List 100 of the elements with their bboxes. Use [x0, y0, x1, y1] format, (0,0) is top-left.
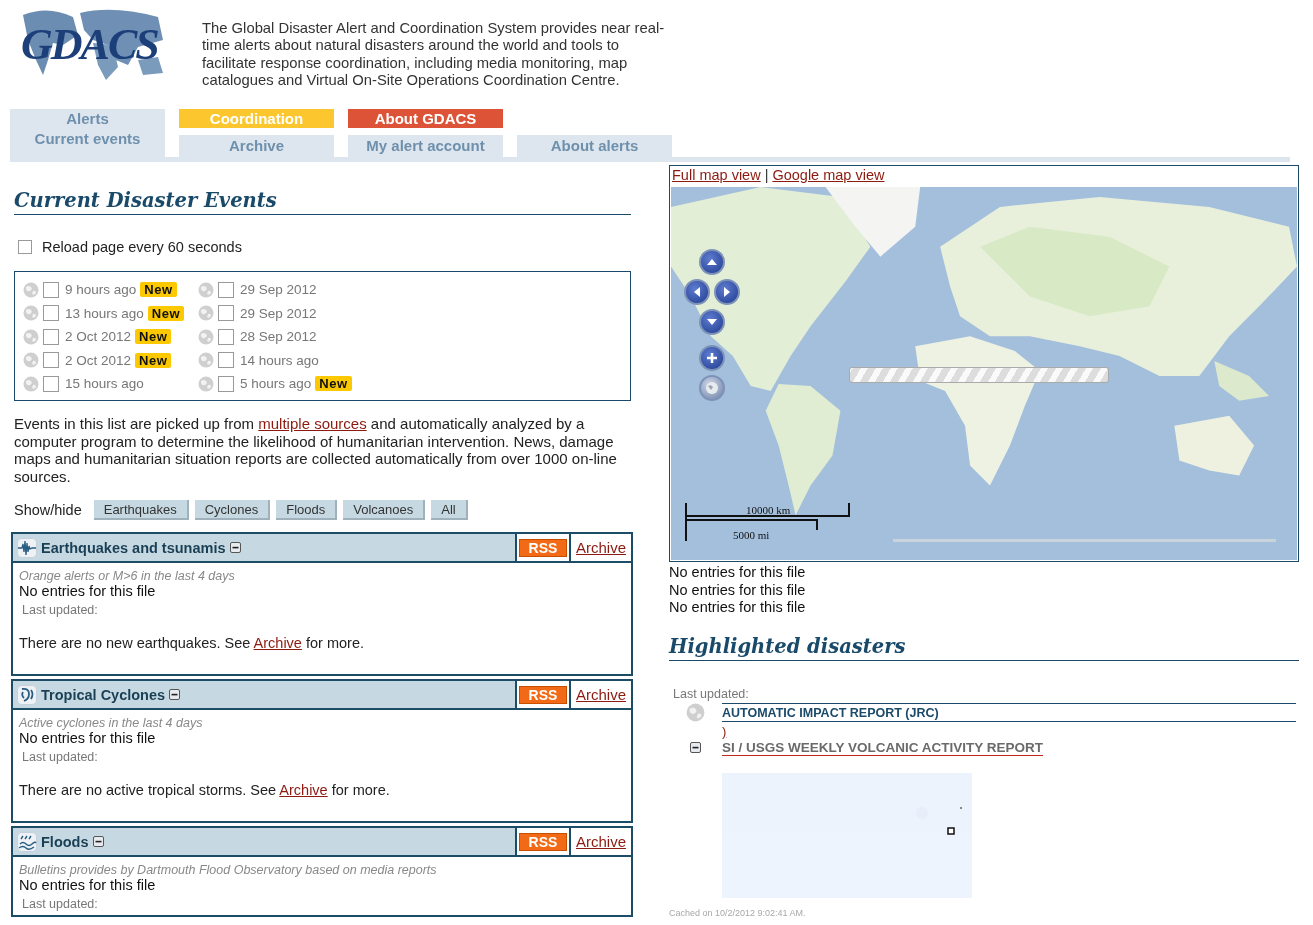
event-link[interactable]: 13 hours ago: [65, 305, 144, 321]
last-updated: Last updated:: [22, 750, 99, 764]
empty-message: No entries for this file: [669, 599, 807, 617]
section-note: Bulletins provides by Dartmouth Flood Observatory based on media reports: [19, 863, 438, 877]
nav-tab[interactable]: Current events: [10, 128, 165, 157]
section-note: Orange alerts or M>6 in the last 4 days: [19, 569, 236, 583]
reload-label: Reload page every 60 seconds: [42, 239, 242, 255]
empty-message: No entries for this file: [19, 877, 157, 893]
globe-icon: [704, 380, 720, 396]
filter-label: Show/hide: [14, 502, 82, 518]
event-link[interactable]: 2 Oct 2012: [65, 329, 132, 344]
full-map-link[interactable]: Full map view: [672, 167, 761, 186]
scale-label: 5000 mi: [733, 529, 770, 541]
collapse-icon[interactable]: [690, 741, 701, 753]
arrow-left-icon: [694, 287, 700, 297]
event-link[interactable]: 2 Oct 2012: [65, 352, 132, 368]
empty-message: No entries for this file: [669, 564, 807, 582]
globe-icon: [23, 305, 39, 321]
sources-link[interactable]: multiple sources: [258, 415, 367, 432]
filter-button[interactable]: Floods: [276, 500, 338, 520]
globe-icon: [198, 328, 215, 345]
seismograph-icon: [17, 537, 37, 558]
site-description: The Global Disaster Alert and Coordination System provides near real-time alerts about natural disasters around the world and tools to facilitate response coordination, including media monitoring, map catalogues and Virtual On-Site Operations Coordination Centre.: [202, 20, 666, 90]
globe-icon: [198, 375, 215, 392]
nav-tab[interactable]: About GDACS: [348, 109, 503, 128]
event-checkbox[interactable]: [43, 328, 59, 345]
section-note: Active cyclones in the last 4 days: [19, 716, 204, 730]
globe-icon: [686, 702, 705, 722]
report-title: AUTOMATIC IMPACT REPORT (JRC): [722, 702, 1296, 722]
event-checkbox[interactable]: [43, 352, 59, 368]
google-map-link[interactable]: Google map view: [772, 167, 885, 186]
last-updated: Last updated:: [22, 603, 99, 617]
event-checkbox[interactable]: [43, 305, 59, 321]
event-link[interactable]: 14 hours ago: [240, 352, 319, 368]
nav-tab[interactable]: Alerts: [10, 109, 165, 128]
nav-tab[interactable]: Archive: [179, 135, 334, 157]
event-checkbox[interactable]: [218, 281, 235, 298]
cache-note: Cached on 10/2/2012 9:02:41 AM.: [669, 907, 806, 918]
event-checkbox[interactable]: [218, 328, 235, 345]
collapse-icon[interactable]: [229, 542, 241, 553]
event-checkbox[interactable]: [43, 281, 59, 298]
empty-message: No entries for this file: [19, 583, 157, 599]
filter-button[interactable]: Earthquakes: [93, 500, 189, 520]
plus-icon: [704, 350, 720, 366]
globe-icon: [23, 328, 39, 345]
event-link[interactable]: 28 Sep 2012: [240, 329, 317, 344]
report-link[interactable]: ): [722, 723, 727, 739]
globe-icon: [23, 281, 39, 298]
arrow-right-icon: [724, 287, 730, 297]
new-badge: New: [315, 376, 352, 391]
filter-button[interactable]: All: [431, 500, 468, 520]
arrow-down-icon: [707, 319, 717, 325]
section-title: Tropical Cyclones: [41, 686, 166, 703]
event-link[interactable]: 9 hours ago: [65, 282, 137, 297]
scale-label: 10000 km: [746, 504, 791, 516]
archive-link[interactable]: Archive: [279, 782, 328, 798]
report-link[interactable]: SI / USGS WEEKLY VOLCANIC ACTIVITY REPORT: [722, 739, 1044, 755]
new-badge: New: [135, 352, 172, 368]
archive-link[interactable]: Archive: [576, 686, 626, 703]
archive-message: There are no active tropical storms. See Archive for more.: [19, 782, 391, 798]
empty-message: No entries for this file: [19, 730, 157, 746]
section-title: Earthquakes and tsunamis: [41, 539, 226, 556]
event-link[interactable]: 15 hours ago: [65, 376, 144, 391]
globe-icon: [23, 352, 39, 368]
event-link[interactable]: 5 hours ago: [240, 376, 312, 391]
archive-message: There are no new earthquakes. See Archive for more.: [19, 635, 365, 651]
last-updated: Last updated:: [673, 686, 750, 701]
event-checkbox[interactable]: [218, 375, 235, 392]
collapse-icon[interactable]: [92, 836, 104, 847]
collapse-icon[interactable]: [169, 689, 181, 700]
globe-icon: [23, 375, 39, 392]
archive-link[interactable]: Archive: [576, 833, 626, 850]
globe-icon: [198, 281, 215, 298]
event-checkbox[interactable]: [218, 305, 235, 321]
new-badge: New: [140, 282, 177, 297]
new-badge: New: [147, 305, 185, 321]
reload-checkbox[interactable]: [18, 240, 32, 254]
rss-button[interactable]: RSS: [518, 685, 568, 704]
flood-icon: [17, 831, 37, 852]
section-heading: Highlighted disasters: [669, 634, 1299, 661]
intro-paragraph: Events in this list are picked up from multiple sources and automatically analyzed by a computer program to determine the likelihood of humanitarian intervention. News, damage maps and humanitarian situation reports are collected automatically from over 1000 on-line sources.: [14, 415, 618, 485]
last-updated: Last updated:: [22, 897, 99, 911]
filter-button[interactable]: Volcanoes: [343, 500, 426, 520]
arrow-up-icon: [707, 259, 717, 265]
archive-link[interactable]: Archive: [576, 539, 626, 556]
archive-link[interactable]: Archive: [253, 635, 302, 651]
globe-icon: [198, 352, 215, 368]
event-checkbox[interactable]: [43, 375, 59, 392]
nav-tab[interactable]: My alert account: [348, 135, 503, 157]
rss-button[interactable]: RSS: [518, 832, 568, 851]
event-link[interactable]: 29 Sep 2012: [240, 305, 317, 321]
rss-button[interactable]: RSS: [518, 538, 568, 557]
event-checkbox[interactable]: [218, 352, 235, 368]
link-separator: |: [764, 167, 769, 185]
filter-button[interactable]: Cyclones: [194, 500, 271, 520]
nav-tab[interactable]: About alerts: [517, 135, 672, 157]
section-heading: Current Disaster Events: [14, 189, 631, 215]
new-badge: New: [135, 329, 172, 344]
section-title: Floods: [41, 833, 89, 850]
event-link[interactable]: 29 Sep 2012: [240, 282, 317, 297]
